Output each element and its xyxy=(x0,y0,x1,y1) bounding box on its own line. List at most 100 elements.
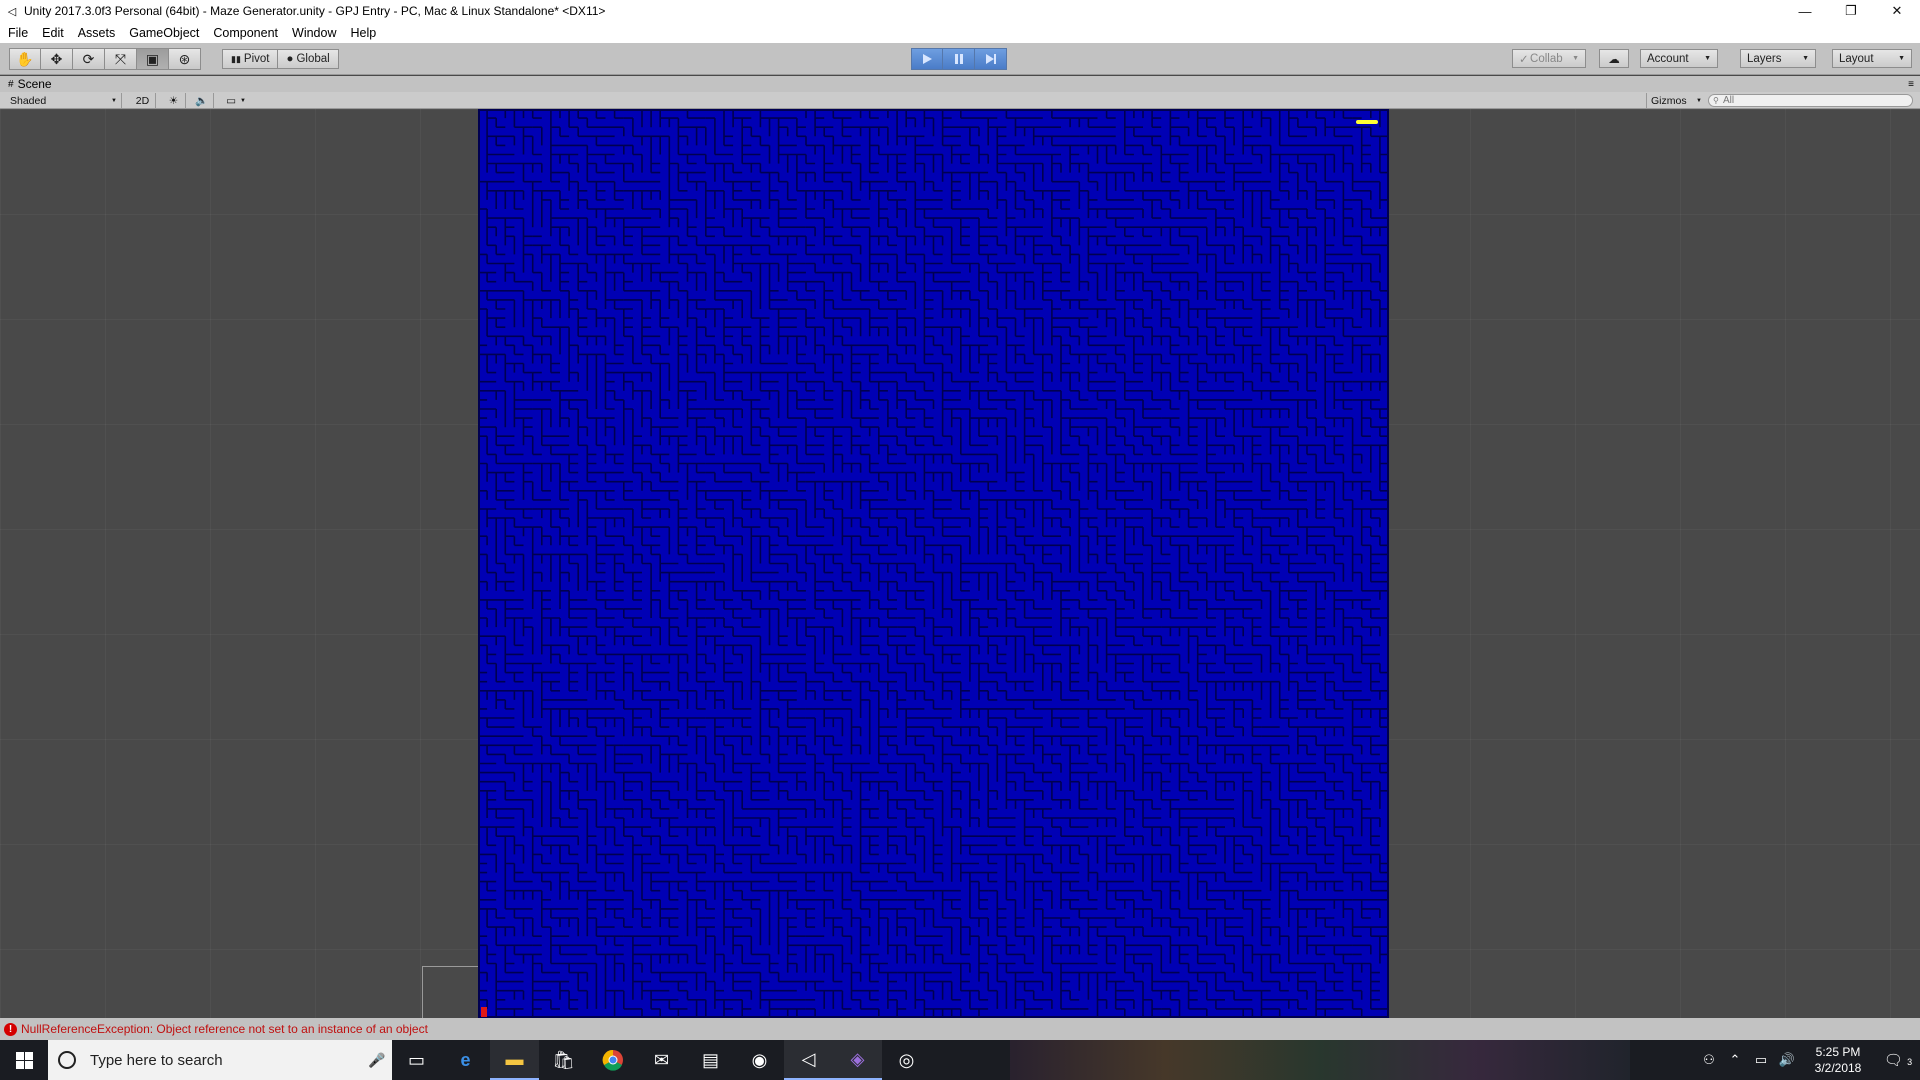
scene-toolbar: Shaded ▼ 2D ☀ 🔈 ▭ ▼ Gizmos ▼ ⚲ All xyxy=(0,92,1920,109)
speaker-icon: 🔈 xyxy=(194,95,209,107)
restore-button[interactable]: ❐ xyxy=(1828,0,1874,22)
edge-icon[interactable]: e xyxy=(441,1040,490,1080)
move-tool-button[interactable]: ✥ xyxy=(41,48,73,70)
account-dropdown[interactable]: Account ▼ xyxy=(1640,49,1718,68)
hand-icon: ✋ xyxy=(16,50,34,67)
layout-dropdown[interactable]: Layout ▼ xyxy=(1832,49,1912,68)
taskbar-search-placeholder: Type here to search xyxy=(90,1051,223,1069)
chevron-down-icon: ▼ xyxy=(111,97,117,104)
rect-tool-icon: ▣ xyxy=(145,50,160,67)
pause-button[interactable] xyxy=(943,48,975,70)
global-toggle[interactable]: ● Global xyxy=(278,49,339,69)
playback-controls xyxy=(911,48,1007,70)
gizmos-label: Gizmos xyxy=(1651,94,1687,107)
clock-time: 5:25 PM xyxy=(1815,1045,1861,1059)
transform-all-button[interactable]: ⊛ xyxy=(169,48,201,70)
chevron-down-icon: ▼ xyxy=(1696,97,1702,104)
photos-icon[interactable]: ▤ xyxy=(686,1040,735,1080)
chrome-icon[interactable] xyxy=(588,1040,637,1080)
windows-taskbar: Type here to search 🎤 ▭ e ▬ 🛍 ✉ ▤ ◉ ◁ ◈ … xyxy=(0,1040,1920,1080)
chevron-down-icon: ▼ xyxy=(1572,55,1579,62)
task-view-icon[interactable]: ▭ xyxy=(392,1040,441,1080)
windows-logo-icon xyxy=(15,1051,33,1069)
minimize-button[interactable]: — xyxy=(1782,0,1828,22)
pivot-icon: ▮▮ xyxy=(231,53,241,64)
clock[interactable]: 5:25 PM 3/2/2018 xyxy=(1800,1044,1876,1076)
console-status-bar[interactable]: ! NullReferenceException: Object referen… xyxy=(0,1018,1920,1040)
chevron-up-icon[interactable]: ⌃ xyxy=(1722,1052,1748,1068)
menu-assets[interactable]: Assets xyxy=(78,26,116,40)
rect-tool-button[interactable]: ▣ xyxy=(137,48,169,70)
menu-bar: File Edit Assets GameObject Component Wi… xyxy=(0,22,1920,43)
file-explorer-icon[interactable]: ▬ xyxy=(490,1040,539,1080)
scale-tool-button[interactable]: ⤧ xyxy=(105,48,137,70)
globe-icon: ● xyxy=(286,53,294,65)
chrome-logo xyxy=(602,1049,623,1071)
maze-board xyxy=(478,109,1389,1018)
maze-goal-marker xyxy=(1356,120,1378,124)
search-icon: ⚲ xyxy=(1713,96,1719,105)
chevron-down-icon: ▼ xyxy=(1802,55,1809,62)
pause-icon xyxy=(954,54,963,64)
taskbar-search-input[interactable]: Type here to search 🎤 xyxy=(48,1040,392,1080)
hand-tool-button[interactable]: ✋ xyxy=(9,48,41,70)
store-icon[interactable]: 🛍 xyxy=(539,1040,588,1080)
cloud-icon: ☁ xyxy=(1608,53,1620,66)
account-label: Account xyxy=(1647,52,1689,65)
collab-label: Collab xyxy=(1530,52,1563,65)
menu-gameobject[interactable]: GameObject xyxy=(129,26,199,40)
pivot-toggle[interactable]: ▮▮ Pivot xyxy=(222,49,279,69)
shading-mode-dropdown[interactable]: Shaded ▼ xyxy=(10,93,122,108)
menu-window[interactable]: Window xyxy=(292,26,336,40)
menu-component[interactable]: Component xyxy=(213,26,278,40)
scene-tab-label: Scene xyxy=(17,77,52,91)
collab-check-icon: ✓ xyxy=(1519,53,1529,66)
maze-walls xyxy=(478,109,1389,1018)
main-toolbar: ✋ ✥ ⟳ ⤧ ▣ ⊛ ▮▮ Pivot ● Global ✓ Collab ▼ ☁ A… xyxy=(0,43,1920,75)
scene-view[interactable] xyxy=(0,109,1920,1018)
unity-logo-icon: ◁ xyxy=(7,5,17,18)
rotate-tool-button[interactable]: ⟳ xyxy=(73,48,105,70)
scene-tab[interactable]: # Scene ≡ xyxy=(0,76,1920,92)
microphone-icon[interactable]: 🎤 xyxy=(362,1052,392,1069)
layers-dropdown[interactable]: Layers ▼ xyxy=(1740,49,1816,68)
notification-icon: 🗨 xyxy=(1883,1052,1903,1069)
cloud-button[interactable]: ☁ xyxy=(1599,49,1629,68)
lighting-toggle[interactable]: ☀ xyxy=(162,93,186,108)
cortana-icon xyxy=(58,1051,76,1069)
volume-icon[interactable]: 🔊 xyxy=(1774,1052,1800,1068)
menu-help[interactable]: Help xyxy=(350,26,376,40)
effects-dropdown[interactable]: ▭ ▼ xyxy=(220,93,252,108)
collab-dropdown[interactable]: ✓ Collab ▼ xyxy=(1512,49,1586,68)
menu-file[interactable]: File xyxy=(8,26,28,40)
system-tray: ⚇ ⌃ ▭ 🔊 5:25 PM 3/2/2018 🗨 3 xyxy=(1696,1040,1920,1080)
media-icon[interactable]: ◉ xyxy=(735,1040,784,1080)
2d-toggle[interactable]: 2D xyxy=(130,93,156,108)
people-icon[interactable]: ⚇ xyxy=(1696,1052,1722,1068)
start-button[interactable] xyxy=(0,1040,48,1080)
scene-grid-icon: # xyxy=(8,78,14,90)
camera-frame xyxy=(422,966,478,1018)
action-center-button[interactable]: 🗨 3 xyxy=(1876,1051,1920,1069)
menu-edit[interactable]: Edit xyxy=(42,26,64,40)
unity-hub-icon[interactable]: ◎ xyxy=(882,1040,931,1080)
scale-icon: ⤧ xyxy=(114,50,127,67)
chevron-down-icon: ▼ xyxy=(1898,55,1905,62)
visual-studio-icon[interactable]: ◈ xyxy=(833,1040,882,1080)
close-button[interactable]: ✕ xyxy=(1874,0,1920,22)
global-label: Global xyxy=(296,53,330,65)
step-icon xyxy=(985,54,996,64)
network-icon[interactable]: ▭ xyxy=(1748,1052,1774,1068)
unity-icon[interactable]: ◁ xyxy=(784,1040,833,1080)
scene-search-input[interactable]: ⚲ All xyxy=(1708,94,1913,107)
layers-label: Layers xyxy=(1747,52,1782,65)
audio-toggle[interactable]: 🔈 xyxy=(190,93,214,108)
panel-menu-icon[interactable]: ≡ xyxy=(1908,79,1914,90)
mail-icon[interactable]: ✉ xyxy=(637,1040,686,1080)
step-button[interactable] xyxy=(975,48,1007,70)
play-button[interactable] xyxy=(911,48,943,70)
scene-search-placeholder: All xyxy=(1723,95,1735,106)
gizmos-dropdown[interactable]: Gizmos ▼ xyxy=(1646,93,1702,108)
pivot-label: Pivot xyxy=(243,53,270,65)
window-title: Unity 2017.3.0f3 Personal (64bit) - Maze… xyxy=(24,4,606,18)
